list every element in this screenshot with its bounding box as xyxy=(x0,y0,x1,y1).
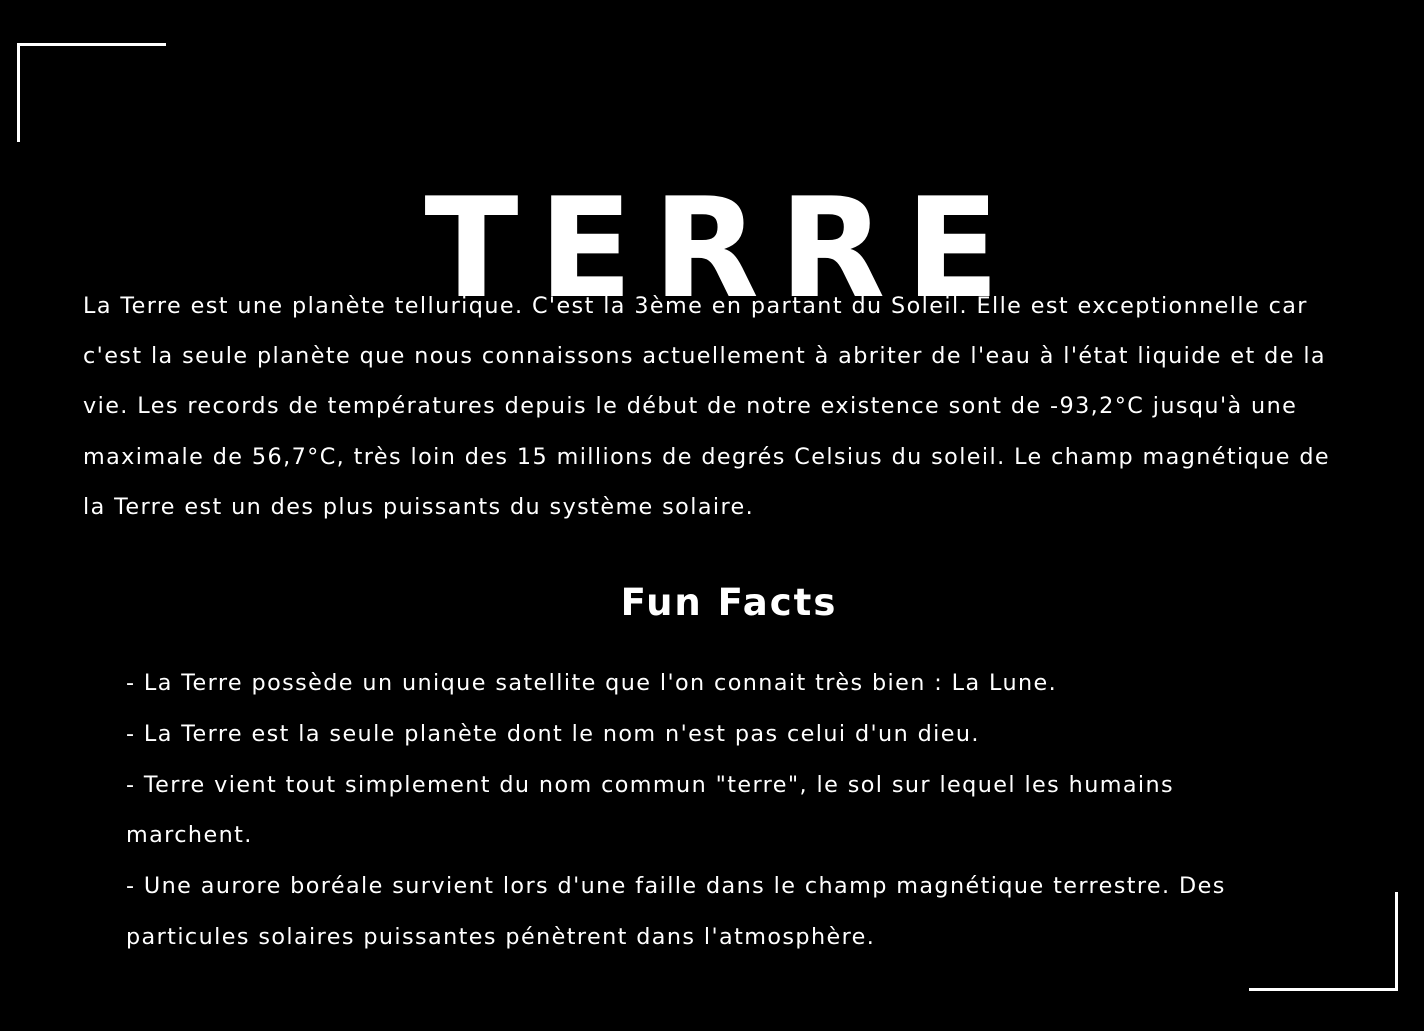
corner-frame-bottom-right xyxy=(1249,892,1398,991)
fun-fact-item: - Terre vient tout simplement du nom com… xyxy=(126,771,1175,849)
fun-fact-item: - Une aurore boréale survient lors d'une… xyxy=(126,873,1226,950)
intro-paragraph: La Terre est une planète tellurique. C'e… xyxy=(83,293,1331,520)
fun-facts-heading: Fun Facts xyxy=(620,581,838,624)
fun-fact-item: - La Terre est la seule planète dont le … xyxy=(126,720,980,747)
fun-fact-item: - La Terre possède un unique satellite q… xyxy=(126,670,1058,696)
corner-frame-top-left xyxy=(17,43,166,142)
fun-facts-list: - La Terre possède un unique satellite q… xyxy=(126,658,1226,963)
